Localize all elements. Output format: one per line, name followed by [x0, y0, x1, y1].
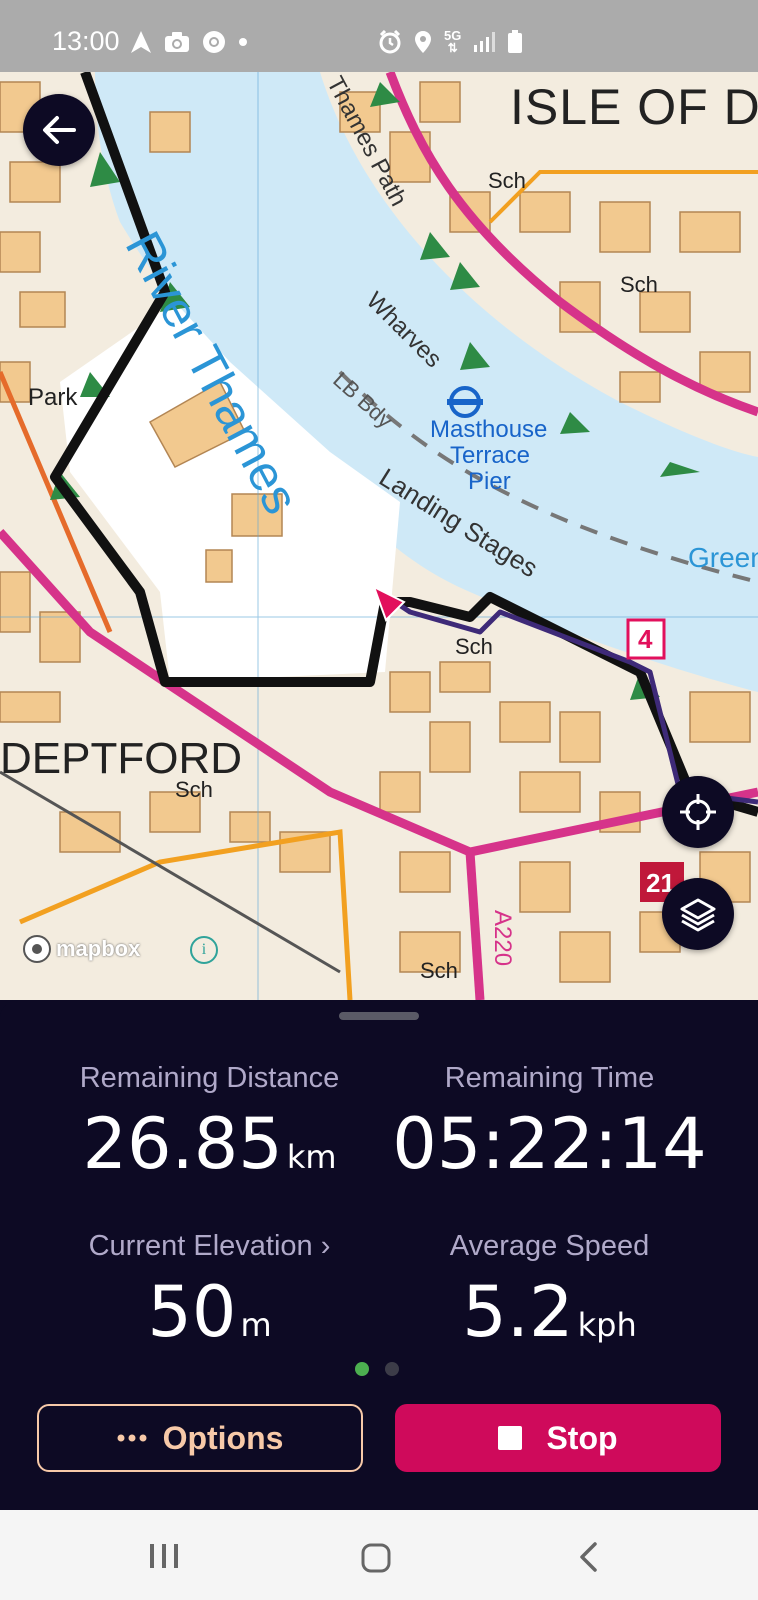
average-speed-value: 5.2 kph [360, 1271, 739, 1353]
site-warehouse-3 [205, 549, 233, 583]
map-view[interactable]: ISLE OF D River Thames Thames Path Wharv… [0, 72, 758, 1000]
label-a220: A220 [489, 910, 516, 967]
status-bar: 13:00 5G ⇅ [0, 0, 758, 72]
stat-average-speed: Average Speed 5.2 kph [360, 1230, 739, 1353]
back-icon[interactable] [578, 1542, 598, 1572]
current-elevation-number: 50 [147, 1271, 237, 1353]
mapbox-icon [23, 935, 51, 963]
average-speed-unit: kph [577, 1306, 637, 1344]
label-marker-4: 4 [638, 624, 653, 654]
navigation-arrow-icon [131, 31, 151, 53]
remaining-time-number: 05:22:14 [392, 1103, 707, 1185]
average-speed-label: Average Speed [449, 1230, 650, 1262]
primary-road-2 [465, 851, 485, 1000]
label-pier: Pier [468, 468, 511, 495]
recent-apps-icon[interactable] [148, 1542, 180, 1570]
page-dot-inactive[interactable] [385, 1362, 399, 1376]
mapbox-logo[interactable]: mapbox [22, 934, 140, 964]
status-left-icons [130, 30, 248, 54]
alarm-icon [379, 30, 401, 54]
mapbox-label: mapbox [56, 936, 141, 961]
location-pin-icon [415, 31, 431, 53]
label-sch-2: Sch [620, 272, 658, 297]
stat-remaining-distance: Remaining Distance 26.85 km [20, 1062, 399, 1185]
signal-icon [474, 32, 496, 52]
back-button[interactable] [23, 94, 95, 166]
map-art [0, 72, 758, 1000]
stat-current-elevation[interactable]: Current Elevation › 50 m [20, 1230, 399, 1353]
arrow-left-icon [43, 116, 76, 144]
label-isle-of: ISLE OF D [510, 79, 758, 135]
attribution-info-icon[interactable]: i [190, 936, 218, 964]
current-elevation-label: Current Elevation › [88, 1230, 331, 1262]
locate-button[interactable] [662, 776, 734, 848]
current-elevation-unit: m [240, 1306, 272, 1344]
remaining-distance-label: Remaining Distance [79, 1062, 340, 1094]
label-green: Green [688, 542, 758, 573]
more-dots-icon [117, 1434, 147, 1442]
stats-sheet: Remaining Distance 26.85 km Remaining Tim… [0, 1000, 758, 1510]
label-park: Park [28, 384, 78, 411]
remaining-distance-value: 26.85 km [20, 1103, 399, 1185]
page-dot-active[interactable] [355, 1362, 369, 1376]
chrome-icon [203, 31, 225, 53]
battery-icon [508, 30, 523, 53]
label-sch-3: Sch [455, 634, 493, 659]
dot-icon [239, 38, 247, 46]
remaining-time-value: 05:22:14 [360, 1103, 739, 1185]
camera-icon [165, 32, 189, 52]
layers-icon [680, 898, 716, 932]
options-label: Options [162, 1419, 284, 1456]
label-sch-5: Sch [420, 958, 458, 983]
remaining-distance-unit: km [286, 1138, 337, 1176]
options-button[interactable]: Options [37, 1404, 363, 1472]
crosshair-icon [680, 794, 716, 830]
sheet-drag-handle[interactable] [339, 1012, 419, 1020]
remaining-distance-number: 26.85 [82, 1103, 283, 1185]
5g-icon: 5G ⇅ [444, 28, 462, 55]
home-icon[interactable] [360, 1542, 392, 1574]
label-sch-4: Sch [175, 777, 213, 802]
stop-square-icon [498, 1426, 523, 1450]
current-elevation-value: 50 m [20, 1271, 399, 1353]
label-sch-1: Sch [488, 168, 526, 193]
remaining-time-label: Remaining Time [444, 1062, 655, 1094]
status-time: 13:00 [52, 26, 120, 56]
label-terrace: Terrace [450, 442, 531, 469]
layers-button[interactable] [662, 878, 734, 950]
stat-remaining-time: Remaining Time 05:22:14 [360, 1062, 739, 1185]
system-nav-bar [0, 1510, 758, 1600]
average-speed-number: 5.2 [462, 1271, 574, 1353]
status-right-icons: 5G ⇅ [378, 28, 523, 55]
page-indicator [355, 1362, 399, 1376]
stop-label: Stop [546, 1419, 618, 1456]
label-masthouse: Masthouse [430, 416, 548, 443]
stop-button[interactable]: Stop [395, 1404, 721, 1472]
